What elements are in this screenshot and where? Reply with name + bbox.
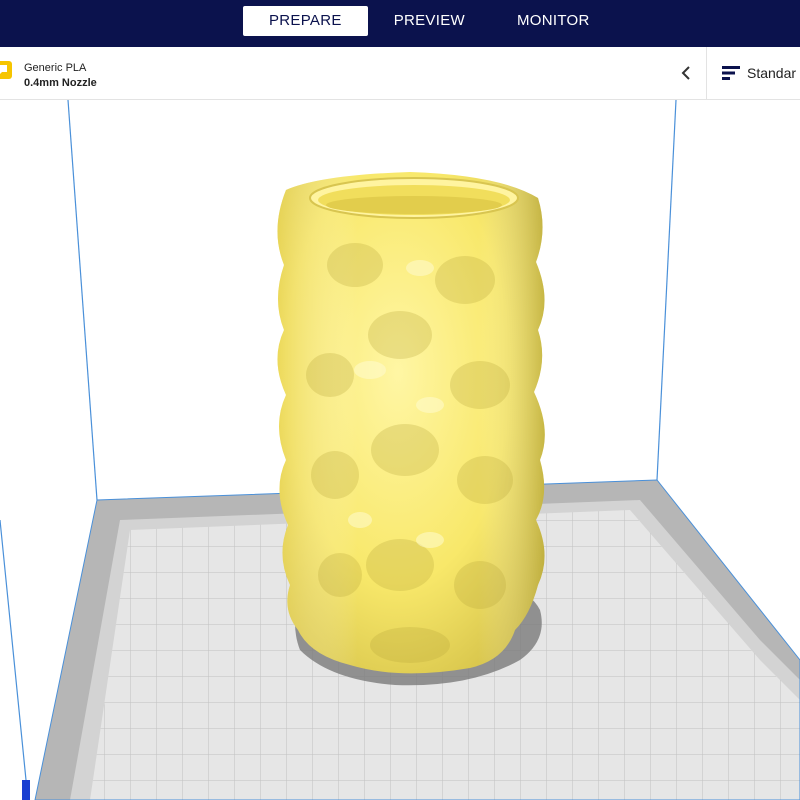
stage-bar: PREPARE PREVIEW MONITOR: [0, 0, 800, 47]
tab-prepare[interactable]: PREPARE: [243, 6, 368, 36]
print-settings-panel[interactable]: Standar: [707, 47, 800, 100]
material-name: Generic PLA: [24, 62, 87, 74]
tab-monitor[interactable]: MONITOR: [491, 6, 616, 36]
settings-sliders-icon: [722, 66, 740, 80]
printer-setup-panel[interactable]: Generic PLA 0.4mm Nozzle: [0, 47, 706, 100]
tab-preview[interactable]: PREVIEW: [368, 6, 491, 36]
chevron-left-icon[interactable]: [678, 63, 696, 83]
vase-model[interactable]: [277, 172, 545, 674]
spool-icon: [0, 61, 12, 79]
3d-viewport[interactable]: [0, 100, 800, 800]
stage-tabs: PREPARE PREVIEW MONITOR: [243, 6, 616, 36]
axis-indicator: [22, 780, 30, 800]
header-row: Generic PLA 0.4mm Nozzle Standar: [0, 47, 800, 100]
profile-label: Standar: [747, 65, 797, 81]
nozzle-name: 0.4mm Nozzle: [24, 77, 97, 89]
